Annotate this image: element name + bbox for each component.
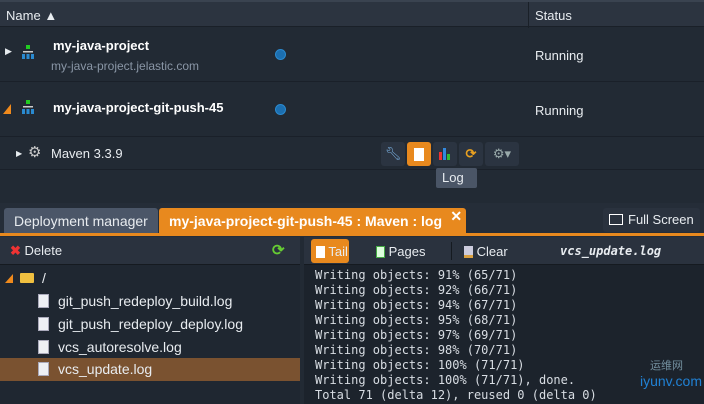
- folder-label: /: [42, 270, 46, 286]
- redeploy-button[interactable]: ⟳: [459, 142, 483, 166]
- file-label: git_push_redeploy_deploy.log: [58, 316, 243, 332]
- config-button[interactable]: 🔧︎: [381, 142, 405, 166]
- log-panel: Tail Pages Clear vcs_update.log Writing …: [304, 237, 704, 404]
- pages-button[interactable]: Pages: [376, 244, 426, 259]
- log-line: Writing objects: 95% (68/71): [315, 313, 518, 327]
- tree-folder-root[interactable]: /: [0, 267, 300, 290]
- gear-icon: ⚙: [28, 144, 42, 161]
- full-screen-label: Full Screen: [628, 212, 694, 227]
- delete-icon: ✖: [10, 243, 21, 258]
- file-label: vcs_autoresolve.log: [58, 339, 182, 355]
- file-icon: [38, 340, 49, 354]
- fullscreen-icon: [609, 214, 623, 225]
- tab-deployment-manager[interactable]: Deployment manager: [4, 208, 158, 233]
- env-row[interactable]: my-java-project-git-push-45 Running: [0, 83, 704, 137]
- log-line: Writing objects: 92% (66/71): [315, 283, 518, 297]
- pages-label: Pages: [388, 244, 426, 259]
- document-icon: [414, 147, 424, 161]
- watermark-site: iyunv.com: [640, 373, 702, 389]
- folder-icon: [20, 273, 34, 283]
- close-icon[interactable]: ✕: [450, 208, 462, 225]
- watermark-logo: 运维网 iyunv.com: [640, 357, 702, 389]
- log-line: Writing objects: 97% (69/71): [315, 328, 518, 342]
- collapse-icon[interactable]: [3, 104, 11, 114]
- tree-file-selected[interactable]: vcs_update.log: [0, 358, 300, 381]
- tail-label: Tail: [328, 244, 348, 259]
- log-line: Writing objects: 98% (70/71): [315, 343, 518, 357]
- log-line: Writing objects: 100% (71/71), done.: [315, 373, 576, 387]
- log-line: Writing objects: 91% (65/71): [315, 268, 518, 282]
- collapse-icon: [5, 274, 13, 283]
- node-row[interactable]: ▶ ⚙ Maven 3.3.9 🔧︎ ⟳ ⚙▾: [0, 138, 704, 170]
- column-status-header[interactable]: Status: [535, 8, 572, 23]
- environment-icon: [22, 100, 34, 114]
- clear-button[interactable]: Clear: [464, 244, 508, 259]
- tree-file[interactable]: git_push_redeploy_deploy.log: [0, 313, 300, 336]
- log-line: Total 71 (delta 12), reused 0 (delta 0): [315, 388, 597, 402]
- log-line: Writing objects: 100% (71/71): [315, 358, 525, 372]
- env-status: Running: [535, 48, 584, 63]
- pages-icon: [376, 246, 385, 258]
- clear-label: Clear: [476, 244, 508, 259]
- refresh-icon: ⟳: [465, 146, 477, 161]
- env-domain-link[interactable]: my-java-project.jelastic.com: [51, 59, 199, 73]
- column-name-header[interactable]: Name ▲: [6, 8, 57, 23]
- log-filename: vcs_update.log: [560, 244, 662, 258]
- log-toolbar: Tail Pages Clear vcs_update.log: [304, 237, 704, 265]
- file-label: git_push_redeploy_build.log: [58, 293, 233, 309]
- tail-icon: [316, 246, 325, 258]
- statistics-button[interactable]: [433, 142, 457, 166]
- toolbar-divider: [451, 242, 452, 260]
- tab-underline: [0, 233, 704, 236]
- log-button[interactable]: [407, 142, 431, 166]
- settings-dropdown[interactable]: ⚙▾: [485, 142, 519, 166]
- expand-icon[interactable]: ▶: [16, 149, 22, 158]
- grid-header: Name ▲ Status: [0, 0, 704, 28]
- delete-label: Delete: [24, 243, 63, 258]
- tail-button[interactable]: Tail: [311, 239, 349, 263]
- tree-file[interactable]: vcs_autoresolve.log: [0, 336, 300, 359]
- clear-icon: [464, 246, 473, 258]
- delete-button[interactable]: ✖ Delete: [10, 243, 62, 259]
- file-toolbar: ✖ Delete ⟳: [0, 237, 300, 265]
- file-icon: [38, 294, 49, 308]
- expand-icon[interactable]: ▶: [5, 46, 12, 57]
- env-name[interactable]: my-java-project-git-push-45: [53, 100, 223, 115]
- globe-icon[interactable]: [275, 49, 286, 60]
- file-label: vcs_update.log: [58, 361, 153, 377]
- env-status: Running: [535, 103, 584, 118]
- environment-icon: [22, 45, 34, 59]
- wrench-icon: 🔧︎: [384, 146, 402, 161]
- column-divider: [528, 2, 529, 28]
- globe-icon[interactable]: [275, 104, 286, 115]
- gear-icon: ⚙▾: [492, 146, 512, 161]
- env-row[interactable]: ▶ my-java-project my-java-project.jelast…: [0, 28, 704, 82]
- column-name-label: Name: [6, 8, 41, 23]
- sort-asc-icon: ▲: [44, 8, 58, 23]
- bar-chart-icon: [439, 148, 450, 160]
- tree-file[interactable]: git_push_redeploy_build.log: [0, 290, 300, 313]
- node-name: Maven 3.3.9: [51, 146, 123, 161]
- tab-log-label: my-java-project-git-push-45 : Maven : lo…: [169, 213, 443, 229]
- env-name[interactable]: my-java-project: [53, 38, 149, 53]
- refresh-icon[interactable]: ⟳: [272, 241, 285, 259]
- watermark-cn: 运维网: [650, 360, 683, 372]
- log-line: Writing objects: 94% (67/71): [315, 298, 518, 312]
- full-screen-button[interactable]: Full Screen: [603, 208, 700, 232]
- tab-log[interactable]: my-java-project-git-push-45 : Maven : lo…: [159, 208, 467, 233]
- log-content: Writing objects: 91% (65/71) Writing obje…: [315, 268, 597, 403]
- file-icon: [38, 317, 49, 331]
- tooltip: Log: [436, 168, 477, 188]
- file-icon: [38, 362, 49, 376]
- file-tree-panel: ✖ Delete ⟳ / git_push_redeploy_build.log…: [0, 237, 300, 404]
